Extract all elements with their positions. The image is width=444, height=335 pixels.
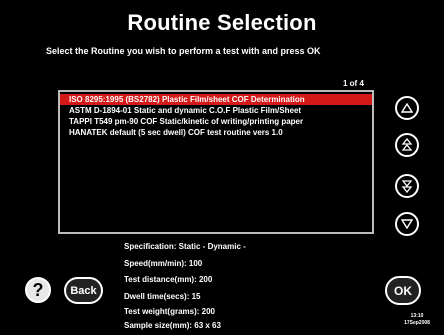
double-triangle-up-icon: [401, 138, 413, 151]
spec-sample: Sample size(mm): 63 x 63: [124, 321, 221, 330]
routine-list[interactable]: ISO 8295:1995 (BS2782) Plastic Film/shee…: [58, 90, 374, 234]
page-title: Routine Selection: [127, 10, 317, 35]
back-button[interactable]: Back: [64, 277, 103, 304]
double-triangle-down-icon: [401, 180, 413, 193]
scroll-down-button[interactable]: [395, 212, 419, 236]
triangle-up-icon: [401, 103, 413, 113]
routine-item[interactable]: ASTM D-1894-01 Static and dynamic C.O.F …: [60, 105, 372, 116]
spec-weight: Test weight(grams): 200: [124, 307, 215, 316]
spec-dwell: Dwell time(secs): 15: [124, 292, 201, 301]
ok-button[interactable]: OK: [385, 276, 421, 305]
page-up-button[interactable]: [395, 133, 419, 157]
spec-speed: Speed(mm/min): 100: [124, 259, 203, 268]
scroll-up-button[interactable]: [395, 96, 419, 120]
clock-time: 13:10: [410, 313, 424, 319]
page-down-button[interactable]: [395, 174, 419, 198]
triangle-down-icon: [401, 219, 413, 229]
clock: 13:10 17Sep2008: [400, 313, 434, 327]
routine-item[interactable]: TAPPI T549 pm-90 COF Static/kinetic of w…: [60, 116, 372, 127]
question-icon: ?: [32, 279, 44, 300]
routine-item-selected[interactable]: ISO 8295:1995 (BS2782) Plastic Film/shee…: [60, 94, 372, 105]
spec-distance: Test distance(mm): 200: [124, 275, 213, 284]
page-indicator: 1 of 4: [343, 79, 364, 88]
routine-item[interactable]: HANATEK default (5 sec dwell) COF test r…: [60, 127, 372, 138]
clock-date: 17Sep2008: [404, 320, 430, 326]
help-button[interactable]: ?: [25, 277, 51, 303]
spec-type: Specification: Static - Dynamic -: [124, 242, 246, 251]
instruction-text: Select the Routine you wish to perform a…: [46, 46, 321, 56]
